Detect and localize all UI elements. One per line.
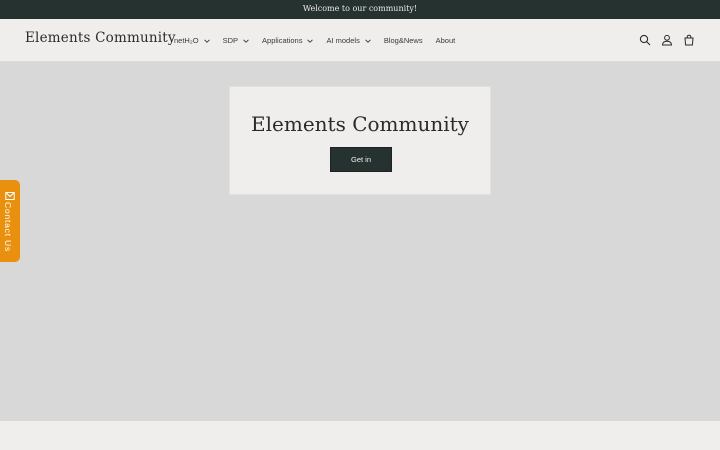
footer-band [0, 421, 720, 450]
nav-item-applications[interactable]: Applications [262, 36, 314, 45]
nav-item-blog-news[interactable]: Blog&News [384, 36, 423, 45]
contact-us-tab[interactable]: Contact Us [0, 180, 20, 262]
nav-item-neth2o[interactable]: netH₂O [174, 36, 210, 45]
site-logo[interactable]: Elements Community [25, 30, 176, 46]
search-icon[interactable] [638, 33, 652, 47]
hero-card: Elements Community Get in [229, 86, 491, 195]
nav-label: AI models [326, 36, 360, 45]
nav-label: Applications [262, 36, 303, 45]
chevron-down-icon [365, 38, 371, 43]
mail-icon [5, 188, 15, 200]
nav-label: Blog&News [383, 36, 423, 45]
get-in-button[interactable]: Get in [330, 147, 392, 172]
contact-us-label: Contact Us [3, 202, 13, 253]
hero-title: Elements Community [251, 112, 469, 136]
nav-item-sdp[interactable]: SDP [223, 36, 249, 45]
nav-item-about[interactable]: About [436, 36, 456, 45]
nav-label: netH₂O [174, 36, 199, 45]
main-nav: netH₂O SDP Applications AI models Blog&N… [174, 19, 468, 62]
nav-item-ai-models[interactable]: AI models [326, 36, 371, 45]
chevron-down-icon [203, 38, 210, 43]
nav-label: About [435, 36, 456, 45]
announcement-bar: Welcome to our community! [0, 0, 720, 19]
nav-label: SDP [222, 36, 239, 45]
account-icon[interactable] [660, 33, 674, 47]
header-icons [630, 33, 696, 47]
chevron-down-icon [307, 38, 314, 43]
site-header: Elements Community netH₂O SDP Applicatio… [0, 19, 720, 62]
cart-icon[interactable] [682, 33, 696, 47]
announcement-text: Welcome to our community! [302, 4, 418, 13]
chevron-down-icon [243, 38, 249, 43]
